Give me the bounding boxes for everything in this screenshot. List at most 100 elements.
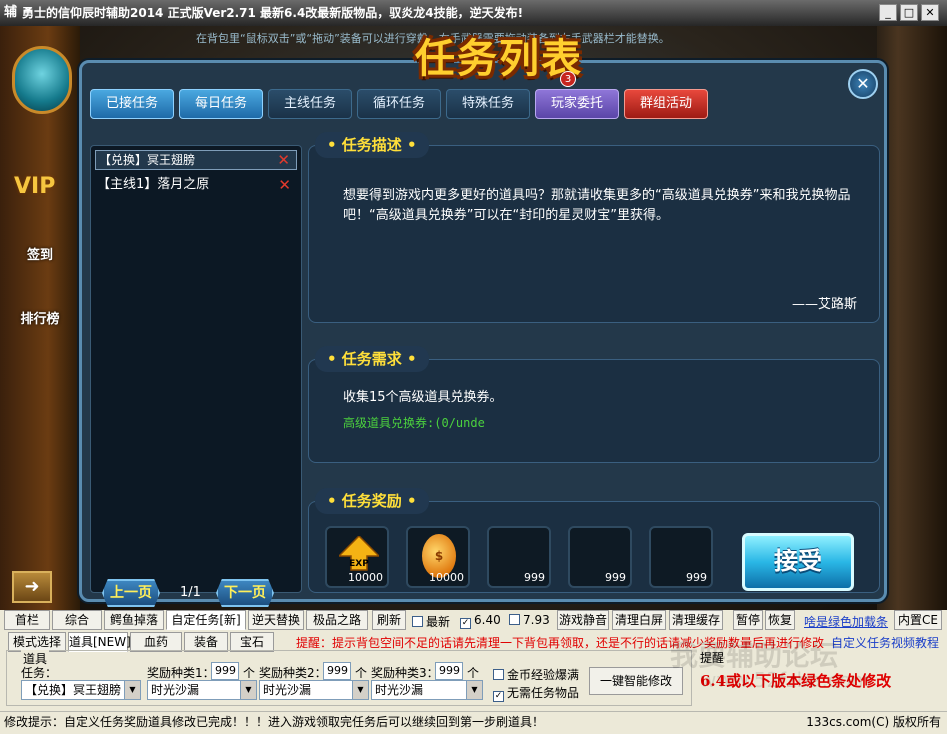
- description-header: • 任务描述 •: [315, 132, 429, 158]
- v793-checkbox[interactable]: 7.93: [509, 613, 550, 627]
- reward3-qty-input[interactable]: 999: [435, 662, 463, 680]
- reward-slot-4[interactable]: 999: [568, 526, 632, 588]
- video-tutorial-link[interactable]: 自定义任务视频教程: [831, 634, 939, 651]
- checkbox-checked-icon: ✓: [493, 691, 504, 702]
- quest-title: 【主线1】落月之原: [97, 177, 210, 192]
- tab-crocodile-drop[interactable]: 鳄鱼掉落: [104, 610, 164, 630]
- minimize-button[interactable]: _: [879, 4, 897, 21]
- watermark-url: www.52fzba.com: [700, 668, 871, 692]
- npc-signature: ——艾路斯: [791, 297, 857, 312]
- checkbox-checked-icon: ✓: [460, 618, 471, 629]
- reward-slot-gold[interactable]: $ 10000: [406, 526, 470, 588]
- reward-count: 999: [605, 571, 626, 584]
- refresh-button[interactable]: 刷新: [372, 610, 406, 630]
- subtab-potion[interactable]: 血药: [130, 632, 182, 652]
- tab-player-commission[interactable]: 玩家委托: [535, 89, 619, 119]
- unit-label: 个: [355, 666, 368, 680]
- reward-count: 10000: [348, 571, 383, 584]
- resume-button[interactable]: 恢复: [765, 610, 795, 630]
- clear-cache-button[interactable]: 清理缓存: [669, 610, 723, 630]
- quest-list: 【兑换】冥王翅膀 ✕ 【主线1】落月之原 ✕: [90, 145, 302, 593]
- quest-count-badge: 3: [560, 71, 576, 87]
- tab-custom-task[interactable]: 自定任务[新]: [166, 610, 246, 630]
- v640-checkbox[interactable]: ✓ 6.40: [460, 613, 501, 629]
- close-button[interactable]: ✕: [921, 4, 939, 21]
- next-page-button[interactable]: 下一页: [216, 579, 274, 607]
- checkbox-icon: [412, 616, 423, 627]
- page-indicator: 1/1: [180, 585, 201, 600]
- window-titlebar[interactable]: 辅 勇士的信仰辰时辅助2014 正式版Ver2.71 最新6.4改最新版物品，驭…: [0, 0, 947, 26]
- reward-header: • 任务奖励 •: [315, 488, 429, 514]
- subtab-equipment[interactable]: 装备: [184, 632, 228, 652]
- subtab-items[interactable]: 道具[NEW]: [68, 632, 131, 652]
- checkbox-icon: [509, 614, 520, 625]
- tab-accepted[interactable]: 已接任务: [90, 89, 174, 119]
- task-select[interactable]: 【兑换】冥王翅膀 ▼: [21, 680, 141, 700]
- description-box: • 任务描述 • 想要得到游戏内更多更好的道具吗？那就请收集更多的“高级道具兑换…: [308, 132, 880, 323]
- subtab-mode[interactable]: 模式选择: [8, 632, 66, 652]
- app-icon: 辅: [4, 5, 18, 20]
- tab-best-road[interactable]: 极品之路: [306, 610, 368, 630]
- gold-exp-checkbox[interactable]: 金币经验爆满: [493, 666, 579, 683]
- subtab-gem[interactable]: 宝石: [230, 632, 274, 652]
- reward-slot-5[interactable]: 999: [649, 526, 713, 588]
- unit-label: 个: [467, 666, 480, 680]
- delete-icon[interactable]: ✕: [278, 174, 291, 196]
- prev-page-button[interactable]: 上一页: [102, 579, 160, 607]
- chevron-down-icon: ▼: [124, 681, 140, 699]
- delete-icon[interactable]: ✕: [277, 151, 290, 169]
- svg-text:EXP: EXP: [349, 559, 369, 569]
- reward1-item-select[interactable]: 时光沙漏 ▼: [147, 680, 257, 700]
- tab-main[interactable]: 主线任务: [268, 89, 352, 119]
- vip-icon[interactable]: VIP: [14, 174, 55, 199]
- chevron-down-icon: ▼: [466, 681, 482, 699]
- status-text: 修改提示：自定义任务奖励道具修改已完成！！！进入游戏领取完任务后可以继续回到第一…: [4, 715, 545, 729]
- list-item[interactable]: 【主线1】落月之原 ✕: [95, 174, 297, 196]
- chevron-down-icon: ▼: [352, 681, 368, 699]
- reward2-qty-input[interactable]: 999: [323, 662, 351, 680]
- reward-slot-exp[interactable]: EXP 10000: [325, 526, 389, 588]
- reward3-item-select[interactable]: 时光沙漏 ▼: [371, 680, 483, 700]
- latest-checkbox[interactable]: 最新: [412, 613, 450, 630]
- tab-replace[interactable]: 逆天替换: [248, 610, 304, 630]
- panel-close-button[interactable]: ✕: [848, 69, 878, 99]
- green-bar-help-link[interactable]: 啥是绿色加载条: [804, 613, 888, 630]
- requirement-text: 收集15个高级道具兑换券。: [343, 390, 503, 405]
- list-item[interactable]: 【兑换】冥王翅膀 ✕: [95, 150, 297, 170]
- tab-daily[interactable]: 每日任务: [179, 89, 263, 119]
- description-text: 想要得到游戏内更多更好的道具吗？那就请收集更多的“高级道具兑换券”来和我兑换物品…: [343, 188, 851, 223]
- helper-control-panel: 首栏 综合 鳄鱼掉落 自定任务[新] 逆天替换 极品之路 刷新 最新 ✓ 6.40…: [0, 610, 947, 734]
- arrow-right-icon[interactable]: ➜: [12, 571, 52, 603]
- sign-in-button[interactable]: 签到: [12, 244, 68, 263]
- window-title: 勇士的信仰辰时辅助2014 正式版Ver2.71 最新6.4改最新版物品，驭炎龙…: [22, 6, 524, 20]
- builtin-ce-button[interactable]: 内置CE: [894, 610, 942, 630]
- game-view[interactable]: VIP 签到 排行榜 ➜ 在背包里“鼠标双击”或“拖动”装备可以进行穿戴，右手武…: [0, 26, 947, 610]
- tab-group-activity[interactable]: 群组活动: [624, 89, 708, 119]
- pause-button[interactable]: 暂停: [733, 610, 763, 630]
- one-click-modify-button[interactable]: 一键智能修改: [589, 667, 683, 695]
- right-decoration: [877, 26, 947, 610]
- no-items-checkbox[interactable]: ✓ 无需任务物品: [493, 684, 579, 702]
- ranking-button[interactable]: 排行榜: [12, 308, 68, 327]
- reward3-label: 奖励种类3：: [371, 666, 439, 680]
- reward1-qty-input[interactable]: 999: [211, 662, 239, 680]
- mute-button[interactable]: 游戏静音: [557, 610, 609, 630]
- reward1-label: 奖励种类1：: [147, 666, 215, 680]
- tab-loop[interactable]: 循环任务: [357, 89, 441, 119]
- reward-slot-3[interactable]: 999: [487, 526, 551, 588]
- chevron-down-icon: ▼: [240, 681, 256, 699]
- reward-count: 10000: [429, 571, 464, 584]
- tab-home[interactable]: 首栏: [4, 610, 50, 630]
- accept-button[interactable]: 接受: [742, 533, 854, 591]
- clear-white-button[interactable]: 清理白屏: [612, 610, 666, 630]
- status-bar: 修改提示：自定义任务奖励道具修改已完成！！！进入游戏领取完任务后可以继续回到第一…: [0, 711, 947, 733]
- player-avatar[interactable]: [12, 46, 72, 114]
- reward-count: 999: [686, 571, 707, 584]
- tab-general[interactable]: 综合: [52, 610, 102, 630]
- maximize-button[interactable]: □: [900, 4, 918, 21]
- items-group: 道具 任务： 【兑换】冥王翅膀 ▼ 奖励种类1： 999 个 时光沙漏 ▼ 奖励种类…: [6, 650, 692, 706]
- reward2-item-select[interactable]: 时光沙漏 ▼: [259, 680, 369, 700]
- requirement-box: • 任务需求 • 收集15个高级道具兑换券。 高级道具兑换券:(0/unde: [308, 346, 880, 463]
- requirement-progress: 高级道具兑换券:(0/unde: [343, 416, 485, 430]
- tab-special[interactable]: 特殊任务: [446, 89, 530, 119]
